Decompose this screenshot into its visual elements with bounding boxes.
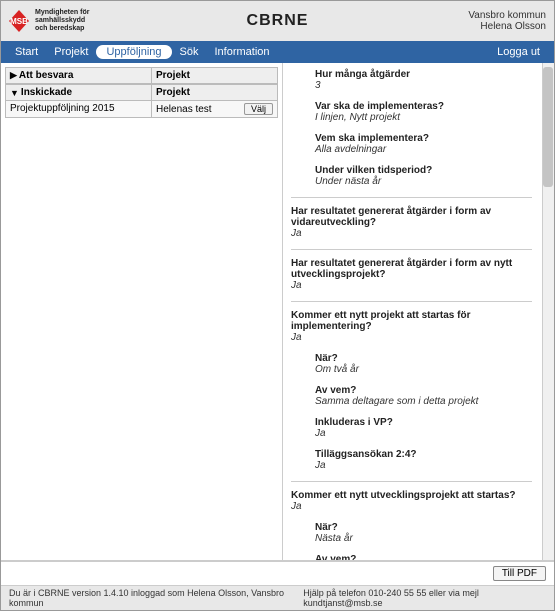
app-header: MSB Myndigheten för samhällsskydd och be… (1, 1, 554, 41)
nav-information[interactable]: Information (207, 44, 278, 60)
q-label: Har resultatet genererat åtgärder i form… (291, 206, 532, 228)
nav-sok[interactable]: Sök (172, 44, 207, 60)
q-label: Hur många åtgärder (315, 69, 532, 80)
q-value: I linjen, Nytt projekt (315, 112, 532, 123)
select-button[interactable]: Välj (244, 103, 273, 115)
detail-panel: Hur många åtgärder3 Var ska de implement… (283, 63, 554, 560)
footer-right: Hjälp på telefon 010-240 55 55 eller via… (303, 588, 546, 608)
svg-text:MSB: MSB (10, 17, 28, 26)
q-label: Var ska de implementeras? (315, 101, 532, 112)
section-inskickade[interactable]: ▼Inskickade Projekt (5, 84, 278, 101)
q-label: Av vem? (315, 385, 532, 396)
q-label: Av vem? (315, 554, 532, 560)
q-value: Ja (315, 460, 532, 471)
q-label: Under vilken tidsperiod? (315, 165, 532, 176)
nav-logout[interactable]: Logga ut (489, 44, 548, 60)
q-label: När? (315, 353, 532, 364)
q-label: När? (315, 522, 532, 533)
nav-projekt[interactable]: Projekt (46, 44, 96, 60)
section-att-besvara[interactable]: ▶Att besvara Projekt (5, 67, 278, 84)
q-value: Ja (291, 228, 532, 239)
q-value: Samma deltagare som i detta projekt (315, 396, 532, 407)
q-value: Ja (291, 501, 532, 512)
q-label: Vem ska implementera? (315, 133, 532, 144)
nav-uppfoljning[interactable]: Uppföljning (96, 45, 171, 59)
q-value: Nästa år (315, 533, 532, 544)
navbar: Start Projekt Uppföljning Sök Informatio… (1, 41, 554, 63)
row-name: Projektuppföljning 2015 (6, 101, 152, 117)
q-value: Ja (315, 428, 532, 439)
left-panel: ▶Att besvara Projekt ▼Inskickade Projekt… (1, 63, 283, 560)
q-value: Under nästa år (315, 176, 532, 187)
q-value: Alla avdelningar (315, 144, 532, 155)
user-block: Vansbro kommun Helena Olsson (468, 10, 554, 32)
org-name: Myndigheten för samhällsskydd och bereds… (35, 9, 89, 32)
q-label: Kommer ett nytt projekt att startas för … (291, 310, 532, 332)
footer-left: Du är i CBRNE version 1.4.10 inloggad so… (9, 588, 303, 608)
q-value: 3 (315, 80, 532, 91)
q-label: Tilläggsansökan 2:4? (315, 449, 532, 460)
expand-icon: ▶ (10, 70, 17, 81)
q-label: Kommer ett nytt utvecklingsprojekt att s… (291, 490, 532, 501)
to-pdf-button[interactable]: Till PDF (493, 566, 546, 581)
footer-bar: Du är i CBRNE version 1.4.10 inloggad so… (1, 585, 554, 610)
q-value: Ja (291, 332, 532, 343)
collapse-icon: ▼ (10, 88, 19, 98)
q-label: Har resultatet genererat åtgärder i form… (291, 258, 532, 280)
row-project: Helenas test (156, 104, 212, 115)
scrollbar[interactable] (542, 63, 554, 560)
table-row[interactable]: Projektuppföljning 2015 Helenas test Väl… (5, 101, 278, 118)
nav-start[interactable]: Start (7, 44, 46, 60)
q-label: Inkluderas i VP? (315, 417, 532, 428)
q-value: Ja (291, 280, 532, 291)
msb-logo-icon: MSB (7, 9, 31, 33)
q-value: Om två år (315, 364, 532, 375)
app-title: CBRNE (247, 12, 309, 30)
